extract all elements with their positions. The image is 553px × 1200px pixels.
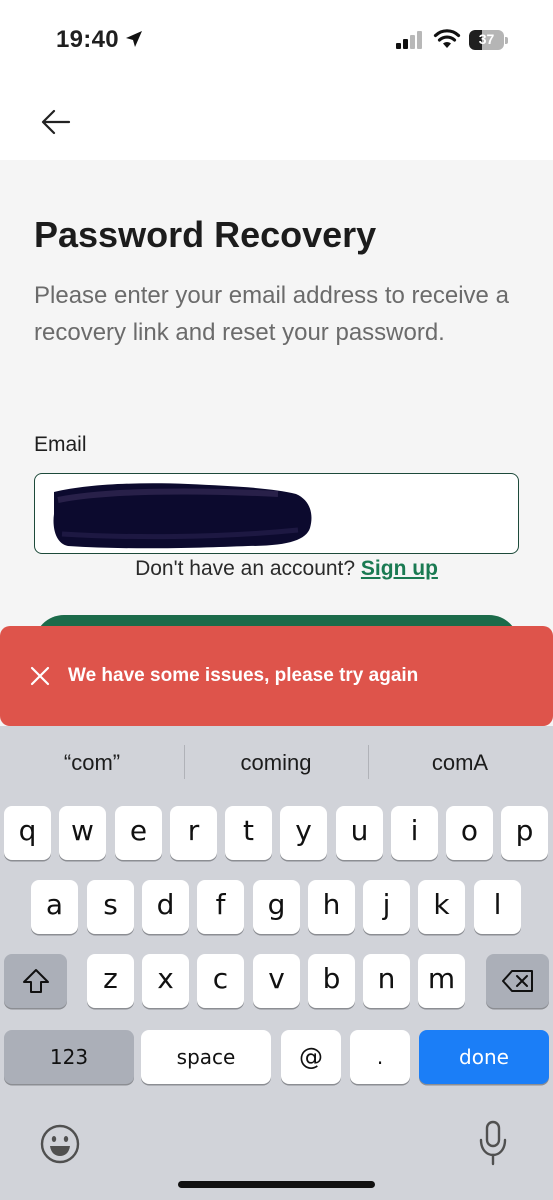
wifi-icon [433, 29, 461, 48]
key-i[interactable]: i [391, 806, 438, 860]
suggestion-1[interactable]: “com” [0, 750, 184, 776]
key-t[interactable]: t [225, 806, 272, 860]
space-key[interactable]: space [141, 1030, 271, 1084]
key-g[interactable]: g [253, 880, 300, 934]
key-q[interactable]: q [4, 806, 51, 860]
nav-bar [0, 80, 553, 160]
shift-key[interactable] [4, 954, 67, 1008]
signup-prompt-text: Don't have an account? [135, 557, 356, 580]
key-d[interactable]: d [142, 880, 189, 934]
suggestion-2[interactable]: coming [184, 750, 368, 776]
key-m[interactable]: m [418, 954, 465, 1008]
key-k[interactable]: k [418, 880, 465, 934]
key-h[interactable]: h [308, 880, 355, 934]
key-x[interactable]: x [142, 954, 189, 1008]
battery-icon: 37 [469, 30, 509, 50]
key-w[interactable]: w [59, 806, 106, 860]
battery-level: 37 [478, 31, 495, 47]
location-arrow-icon [126, 31, 142, 47]
key-n[interactable]: n [363, 954, 410, 1008]
dot-key[interactable]: . [350, 1030, 410, 1084]
key-c[interactable]: c [197, 954, 244, 1008]
done-key[interactable]: done [419, 1030, 549, 1084]
numbers-key[interactable]: 123 [4, 1030, 134, 1084]
signup-link[interactable]: Sign up [361, 557, 438, 580]
status-time: 19:40 [56, 26, 119, 53]
key-u[interactable]: u [336, 806, 383, 860]
cellular-signal-icon [396, 31, 422, 49]
microphone-icon[interactable] [478, 1120, 508, 1166]
key-l[interactable]: l [474, 880, 521, 934]
key-e[interactable]: e [115, 806, 162, 860]
key-z[interactable]: z [87, 954, 134, 1008]
key-a[interactable]: a [31, 880, 78, 934]
key-v[interactable]: v [253, 954, 300, 1008]
toast-message: We have some issues, please try again [68, 665, 419, 686]
key-p[interactable]: p [501, 806, 548, 860]
key-f[interactable]: f [197, 880, 244, 934]
key-j[interactable]: j [363, 880, 410, 934]
key-o[interactable]: o [446, 806, 493, 860]
signup-prompt: Don't have an account? Sign up [0, 557, 553, 581]
at-key[interactable]: @ [281, 1030, 341, 1084]
page-title: Password Recovery [34, 214, 377, 255]
home-indicator [178, 1181, 375, 1188]
delete-key[interactable] [486, 954, 549, 1008]
emoji-icon[interactable] [38, 1122, 82, 1166]
status-bar: 19:40 37 [0, 0, 553, 80]
backspace-icon [501, 970, 533, 992]
key-b[interactable]: b [308, 954, 355, 1008]
key-s[interactable]: s [87, 880, 134, 934]
key-r[interactable]: r [170, 806, 217, 860]
page-description: Please enter your email address to recei… [34, 282, 509, 346]
shift-icon [22, 969, 49, 993]
key-y[interactable]: y [280, 806, 327, 860]
email-label: Email [34, 433, 87, 456]
redaction-scribble [53, 483, 312, 549]
suggestion-3[interactable]: comA [368, 750, 552, 776]
close-icon[interactable] [30, 666, 50, 686]
back-arrow-icon[interactable] [40, 108, 72, 136]
